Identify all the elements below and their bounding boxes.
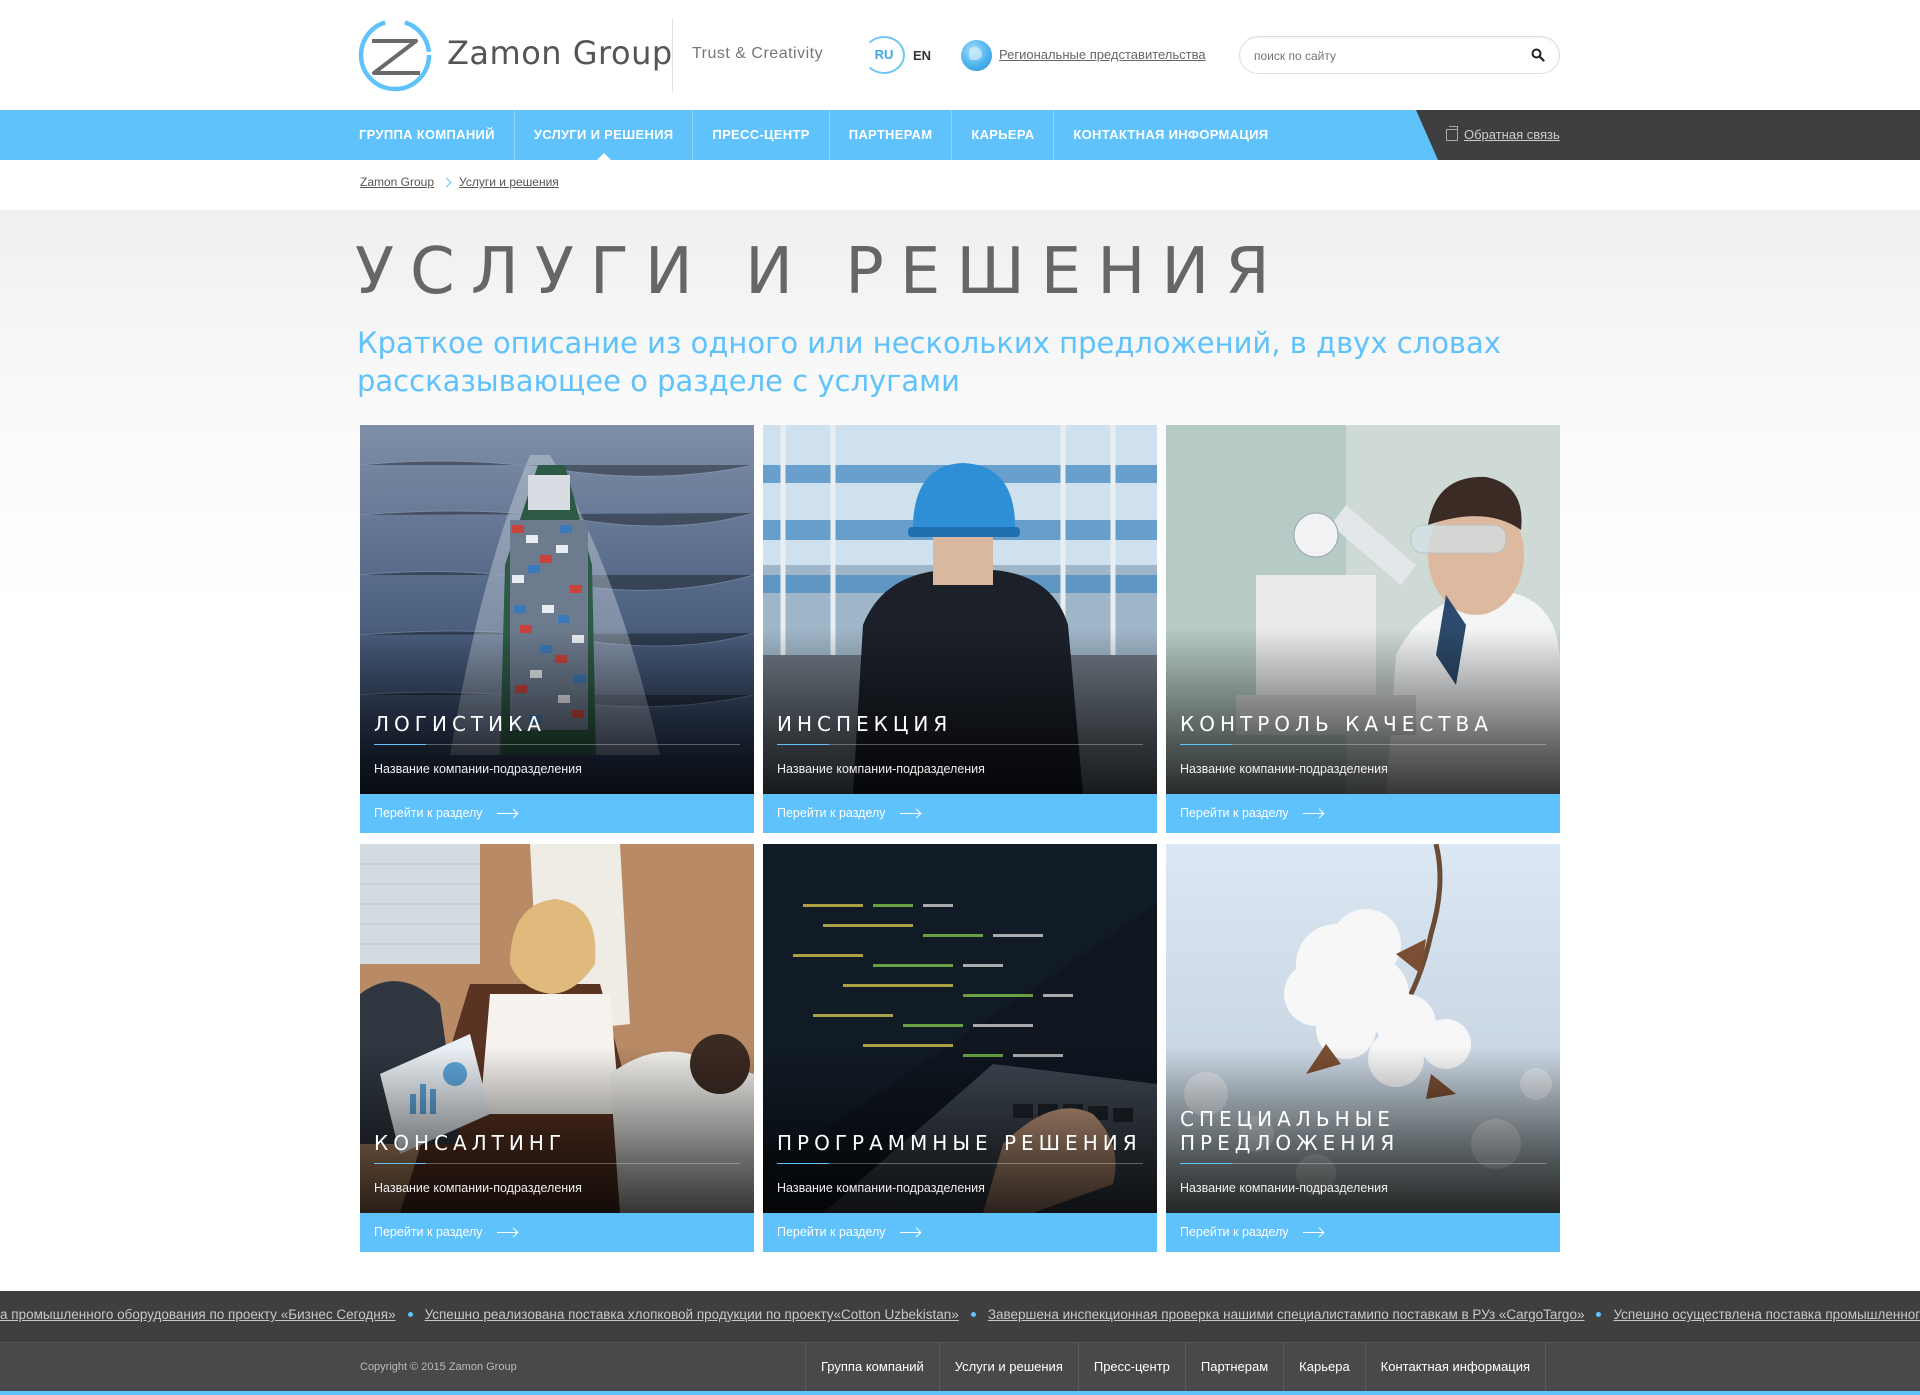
card-link-button[interactable]: Перейти к разделу <box>360 794 754 833</box>
card-special-offers[interactable]: Специальные предложения Название компани… <box>1166 844 1560 1252</box>
bullet-icon <box>1596 1312 1602 1317</box>
search-icon[interactable] <box>1531 48 1545 62</box>
card-quality-control[interactable]: Контроль качества Название компании-подр… <box>1166 425 1560 833</box>
footer-link-contacts[interactable]: Контактная информация <box>1364 1342 1547 1391</box>
card-link-label: Перейти к разделу <box>777 806 886 820</box>
card-link-button[interactable]: Перейти к разделу <box>763 794 1157 833</box>
bullet-icon <box>407 1312 413 1317</box>
card-link-label: Перейти к разделу <box>1180 1225 1289 1239</box>
ticker-item[interactable]: Успешно реализована поставка хлопковой п… <box>425 1307 959 1322</box>
footer-accent-line <box>0 1391 1920 1395</box>
nav-item-partners[interactable]: Партнерам <box>830 110 953 160</box>
card-subtitle: Название компании-подразделения <box>777 762 985 776</box>
card-link-label: Перейти к разделу <box>374 1225 483 1239</box>
card-link-label: Перейти к разделу <box>374 806 483 820</box>
external-window-icon <box>1446 125 1458 141</box>
breadcrumb: Zamon Group Услуги и решения <box>360 175 559 189</box>
card-title: Инспекция <box>777 712 953 736</box>
ticker-item[interactable]: Завершена инспекционная проверка нашими … <box>988 1307 1585 1322</box>
lang-en-button[interactable]: EN <box>913 48 931 63</box>
chevron-right-icon <box>441 177 452 187</box>
footer-link-group[interactable]: Группа компаний <box>805 1342 939 1391</box>
card-subtitle: Название компании-подразделения <box>1180 1181 1388 1195</box>
feedback-label: Обратная связь <box>1464 127 1560 142</box>
breadcrumb-home[interactable]: Zamon Group <box>360 175 434 189</box>
arrow-right-icon <box>1303 813 1323 814</box>
card-divider <box>374 1163 740 1164</box>
lang-ru-button[interactable]: RU <box>863 36 905 74</box>
arrow-right-icon <box>900 813 920 814</box>
news-ticker: а промышленного оборудования по проекту … <box>0 1291 1920 1342</box>
footer-link-press[interactable]: Пресс-центр <box>1077 1342 1185 1391</box>
card-subtitle: Название компании-подразделения <box>1180 762 1388 776</box>
page-subtitle: Краткое описание из одного или нескольки… <box>357 326 1501 398</box>
nav-item-career[interactable]: Карьера <box>952 110 1055 160</box>
arrow-right-icon <box>497 1232 517 1233</box>
footer-link-career[interactable]: Карьера <box>1283 1342 1365 1391</box>
arrow-right-icon <box>497 813 517 814</box>
search-box <box>1239 36 1560 74</box>
card-link-button[interactable]: Перейти к разделу <box>1166 794 1560 833</box>
card-consulting[interactable]: Консалтинг Название компании-подразделен… <box>360 844 754 1252</box>
card-link-button[interactable]: Перейти к разделу <box>1166 1213 1560 1252</box>
card-link-button[interactable]: Перейти к разделу <box>360 1213 754 1252</box>
header-divider <box>672 18 673 92</box>
card-divider <box>1180 744 1546 745</box>
card-subtitle: Название компании-подразделения <box>777 1181 985 1195</box>
globe-icon <box>961 40 992 71</box>
copyright: Copyright © 2015 Zamon Group <box>360 1361 517 1373</box>
card-logistics[interactable]: Логистика Название компании-подразделени… <box>360 425 754 833</box>
ticker-item[interactable]: Успешно осуществлена поставка промышленн… <box>1613 1307 1920 1322</box>
arrow-right-icon <box>900 1232 920 1233</box>
card-title: Специальные предложения <box>1180 1107 1400 1155</box>
search-input[interactable] <box>1254 46 1514 66</box>
site-header: Zamon Group Trust & Creativity RU EN Рег… <box>0 0 1920 110</box>
nav-item-contacts[interactable]: Контактная информация <box>1054 110 1287 160</box>
card-link-label: Перейти к разделу <box>1180 806 1289 820</box>
page-title: Услуги и решения <box>355 235 1286 309</box>
card-link-label: Перейти к разделу <box>777 1225 886 1239</box>
card-divider <box>777 744 1143 745</box>
card-divider <box>374 744 740 745</box>
card-link-button[interactable]: Перейти к разделу <box>763 1213 1157 1252</box>
card-divider <box>1180 1163 1546 1164</box>
nav-item-services[interactable]: Услуги и решения <box>515 110 694 160</box>
divider <box>0 210 1920 211</box>
nav-item-group[interactable]: Группа компаний <box>340 110 515 160</box>
logo-text[interactable]: Zamon Group <box>447 34 673 72</box>
tagline: Trust & Creativity <box>692 45 824 62</box>
footer-link-services[interactable]: Услуги и решения <box>938 1342 1078 1391</box>
nav-item-press[interactable]: Пресс-центр <box>693 110 830 160</box>
feedback-link[interactable]: Обратная связь <box>1446 125 1560 142</box>
services-grid: Логистика Название компании-подразделени… <box>360 425 1560 1252</box>
card-subtitle: Название компании-подразделения <box>374 762 582 776</box>
arrow-right-icon <box>1303 1232 1323 1233</box>
card-title: Консалтинг <box>374 1131 567 1155</box>
bullet-icon <box>970 1312 976 1317</box>
card-software[interactable]: Программные решения Название компании-по… <box>763 844 1157 1252</box>
card-inspection[interactable]: Инспекция Название компании-подразделени… <box>763 425 1157 833</box>
regional-offices-link[interactable]: Региональные представительства <box>999 47 1206 62</box>
card-subtitle: Название компании-подразделения <box>374 1181 582 1195</box>
breadcrumb-current[interactable]: Услуги и решения <box>459 175 559 189</box>
card-title: Программные решения <box>777 1131 1142 1155</box>
card-title: Контроль качества <box>1180 712 1493 736</box>
card-title: Логистика <box>374 712 546 736</box>
zamon-logo-icon[interactable] <box>358 18 432 92</box>
footer-nav: Группа компаний Услуги и решения Пресс-ц… <box>805 1342 1547 1391</box>
footer-link-partners[interactable]: Партнерам <box>1184 1342 1283 1391</box>
card-divider <box>777 1163 1143 1164</box>
ticker-item[interactable]: а промышленного оборудования по проекту … <box>0 1307 396 1322</box>
